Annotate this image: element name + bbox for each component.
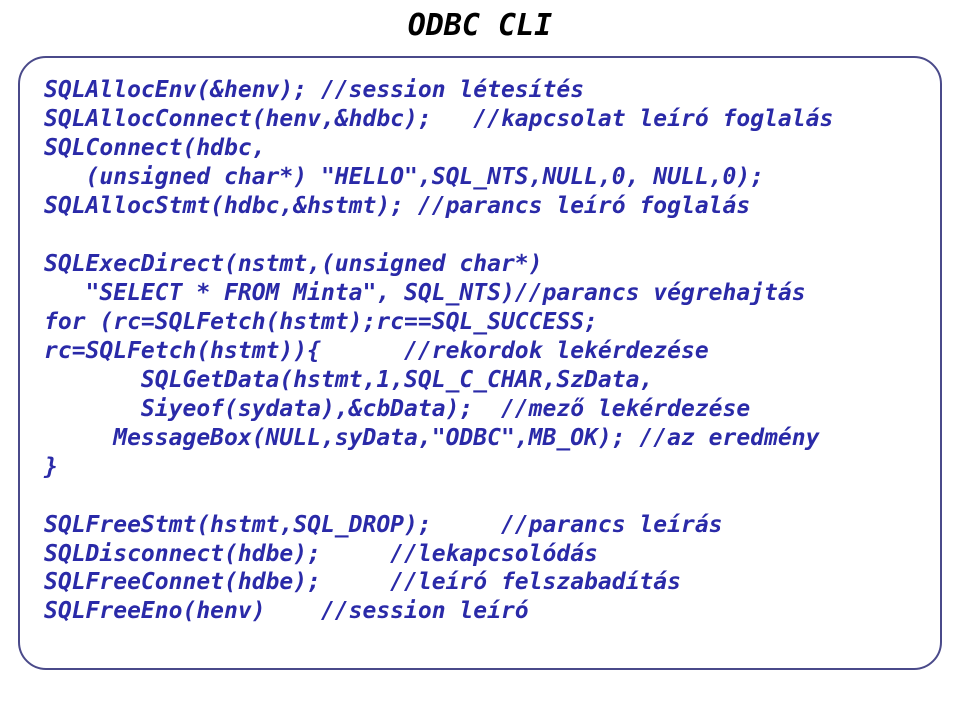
code-block: SQLAllocEnv(&henv); //session létesítés … [44,76,916,626]
slide-title: ODBC CLI [0,8,960,43]
slide: ODBC CLI SQLAllocEnv(&henv); //session l… [0,0,960,701]
code-container: SQLAllocEnv(&henv); //session létesítés … [18,56,942,670]
